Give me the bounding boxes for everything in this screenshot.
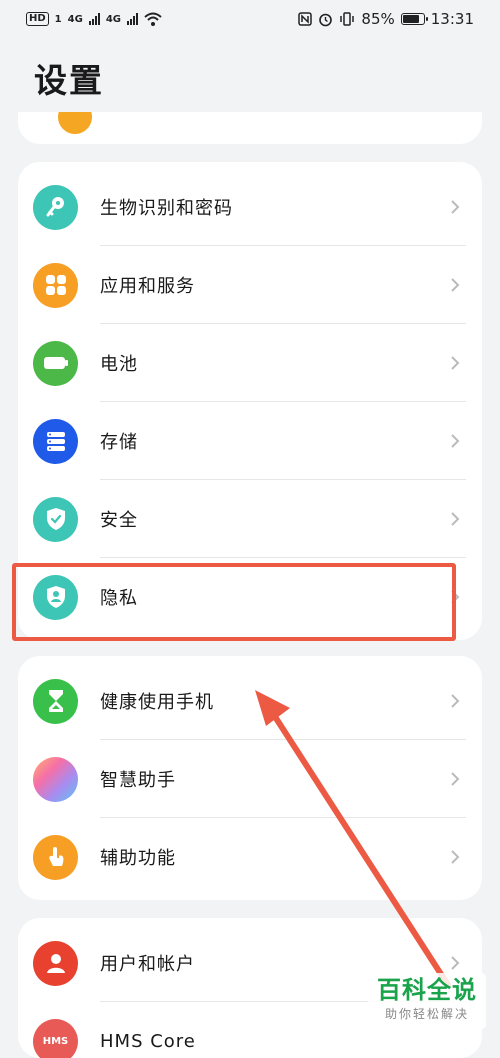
status-bar-right: 85% 13:31 bbox=[298, 10, 474, 28]
signal-bars-icon bbox=[127, 13, 138, 25]
settings-item-label: HMS Core bbox=[100, 1031, 196, 1052]
watermark-main-text: 百科全说 bbox=[368, 975, 486, 1005]
settings-item-label: 健康使用手机 bbox=[100, 688, 214, 714]
shield-check-icon bbox=[33, 497, 78, 542]
battery-percent: 85% bbox=[361, 10, 394, 28]
settings-item-assistant[interactable]: 智慧助手 bbox=[18, 740, 482, 818]
chevron-right-icon bbox=[446, 510, 464, 528]
hourglass-icon bbox=[33, 679, 78, 724]
watermark-sub-text: 助你轻松解决 bbox=[368, 1005, 486, 1022]
key-icon bbox=[33, 185, 78, 230]
battery-icon bbox=[401, 13, 425, 25]
clock: 13:31 bbox=[431, 10, 474, 28]
network-type-1: 4G bbox=[68, 14, 83, 25]
settings-item-label: 智慧助手 bbox=[100, 766, 176, 792]
battery-icon bbox=[33, 341, 78, 386]
chevron-right-icon bbox=[446, 354, 464, 372]
settings-item-label: 用户和帐户 bbox=[100, 950, 195, 976]
chevron-right-icon bbox=[446, 848, 464, 866]
chevron-right-icon bbox=[446, 692, 464, 710]
alarm-icon bbox=[318, 12, 333, 27]
battery-fill bbox=[403, 15, 419, 23]
chevron-right-icon bbox=[446, 770, 464, 788]
hms-core-icon: HMS bbox=[33, 1019, 78, 1058]
settings-item-digital-balance[interactable]: 健康使用手机 bbox=[18, 662, 482, 740]
settings-item-label: 存储 bbox=[100, 428, 138, 454]
settings-group-1: 生物识别和密码 应用和服务 电池 存储 安全 bbox=[18, 162, 482, 640]
settings-item-security[interactable]: 安全 bbox=[18, 480, 482, 558]
network-type-2: 4G bbox=[106, 14, 121, 25]
settings-item-privacy[interactable]: 隐私 bbox=[18, 558, 482, 636]
settings-item-storage[interactable]: 存储 bbox=[18, 402, 482, 480]
status-bar: HD 1 4G 4G 85% 13:31 bbox=[0, 0, 500, 38]
settings-item-label: 安全 bbox=[100, 506, 138, 532]
storage-icon bbox=[33, 419, 78, 464]
hms-icon-text: HMS bbox=[43, 1036, 69, 1047]
settings-item-label: 应用和服务 bbox=[100, 272, 195, 298]
page-title: 设置 bbox=[34, 54, 104, 102]
settings-item-accessibility[interactable]: 辅助功能 bbox=[18, 818, 482, 896]
privacy-shield-icon bbox=[33, 575, 78, 620]
hd-badge: HD bbox=[26, 12, 49, 26]
settings-item-label: 生物识别和密码 bbox=[100, 194, 233, 220]
settings-item-label: 隐私 bbox=[100, 584, 138, 610]
watermark-logo: 百科全说 助你轻松解决 bbox=[368, 973, 486, 1029]
settings-group-2: 健康使用手机 智慧助手 辅助功能 bbox=[18, 656, 482, 900]
settings-item-biometrics[interactable]: 生物识别和密码 bbox=[18, 168, 482, 246]
apps-grid-icon bbox=[33, 263, 78, 308]
chevron-right-icon bbox=[446, 198, 464, 216]
user-icon bbox=[33, 941, 78, 986]
settings-item-label: 电池 bbox=[100, 350, 138, 376]
chevron-right-icon bbox=[446, 588, 464, 606]
vibrate-icon bbox=[339, 12, 355, 26]
signal-bars-icon bbox=[89, 13, 100, 25]
settings-item-battery[interactable]: 电池 bbox=[18, 324, 482, 402]
chevron-right-icon bbox=[446, 432, 464, 450]
chevron-right-icon bbox=[446, 276, 464, 294]
assistant-orb-icon bbox=[33, 757, 78, 802]
hand-pointer-icon bbox=[33, 835, 78, 880]
settings-item-apps-services[interactable]: 应用和服务 bbox=[18, 246, 482, 324]
chevron-right-icon bbox=[446, 954, 464, 972]
scrolled-card-stub bbox=[18, 112, 482, 144]
partial-item-icon bbox=[58, 112, 92, 134]
sim-number: 1 bbox=[55, 14, 62, 25]
nfc-icon bbox=[298, 12, 312, 26]
status-bar-left: HD 1 4G 4G bbox=[26, 12, 162, 26]
settings-item-label: 辅助功能 bbox=[100, 844, 176, 870]
wifi-icon bbox=[144, 12, 162, 26]
